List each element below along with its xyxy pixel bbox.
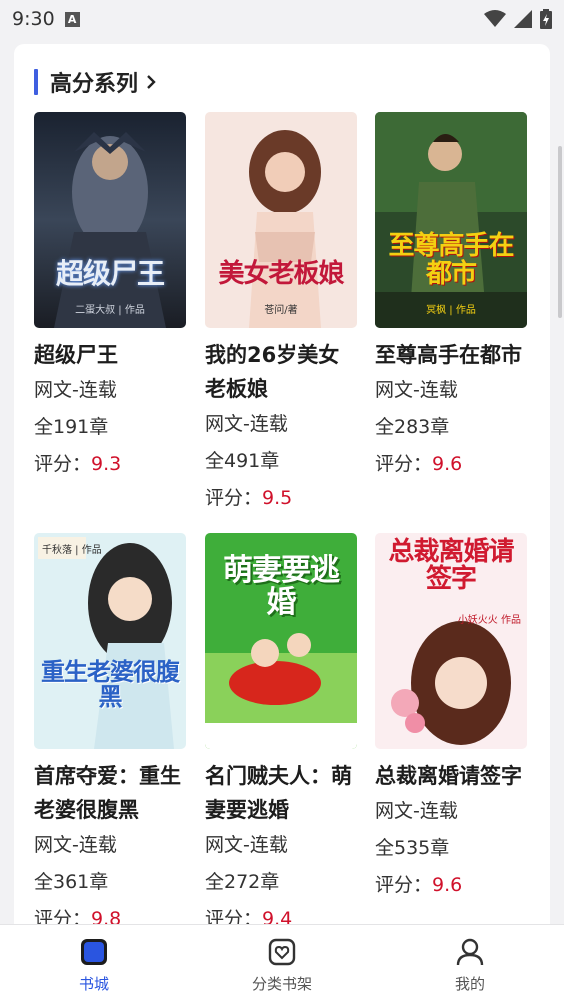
nav-item-profile[interactable]: 我的 [376, 925, 564, 1004]
book-card[interactable]: 超级尸王 二蛋大叔 | 作品 超级尸王 网文-连载 全191章 评分：9.3 [34, 112, 186, 483]
book-title[interactable]: 我的26岁美女老板娘 [205, 338, 357, 406]
score-label: 评分： [375, 874, 433, 896]
book-chapters: 全361章 [34, 871, 109, 893]
book-cover[interactable]: 萌妻要逃婚 [205, 533, 357, 749]
book-score: 评分：9.6 [375, 446, 527, 483]
book-card[interactable]: 美女老板娘 苍问/著 我的26岁美女老板娘 网文-连载 全491章 评分：9.5 [205, 112, 357, 517]
book-score: 评分：9.5 [205, 480, 357, 517]
signal-icon [514, 10, 532, 28]
section-accent-bar [34, 69, 38, 95]
book-chapters: 全191章 [34, 416, 109, 438]
book-cover[interactable]: 超级尸王 二蛋大叔 | 作品 [34, 112, 186, 328]
score-label: 评分： [205, 487, 263, 509]
bookstore-icon [81, 939, 107, 965]
profile-icon [456, 938, 484, 966]
score-value: 9.6 [432, 453, 463, 475]
book-cover[interactable]: 重生老婆很腹黑 千秋落 | 作品 [34, 533, 186, 749]
wifi-icon [484, 10, 506, 27]
scrollbar[interactable] [558, 146, 562, 318]
score-label: 评分： [375, 453, 433, 475]
book-cover[interactable]: 总裁离婚请签字 小妖火火 作品 [375, 533, 527, 749]
book-title[interactable]: 首席夺爱：重生老婆很腹黑 [34, 759, 186, 827]
high-score-card: 高分系列 超级尸王 二蛋大叔 | 作品 超级尸王 网文-连载 全191章 评分：… [14, 44, 550, 944]
cover-title: 总裁离婚请签字 [388, 537, 514, 595]
nav-item-bookstore[interactable]: 书城 [0, 925, 188, 1004]
bookshelf-icon [268, 938, 296, 966]
cover-title: 重生老婆很腹黑 [41, 656, 180, 711]
book-chapters: 全491章 [205, 450, 280, 472]
battery-icon [540, 9, 552, 29]
cover-author: 小妖火火 作品 [457, 615, 521, 626]
book-title[interactable]: 总裁离婚请签字 [375, 759, 527, 793]
cover-author: 苍问/著 [264, 305, 298, 316]
score-value: 9.6 [432, 874, 463, 896]
book-card[interactable]: 萌妻要逃婚 名门贼夫人：萌妻要逃婚 网文-连载 全272章 评分：9.4 [205, 533, 357, 938]
book-cover[interactable]: 至尊高手在都市 冥枫 | 作品 [375, 112, 527, 328]
book-title[interactable]: 至尊高手在都市 [375, 338, 527, 372]
book-category: 网文-连载 [375, 379, 458, 401]
book-score: 评分：9.6 [375, 867, 527, 904]
notification-icon: A [64, 11, 80, 27]
cover-author: 冥枫 | 作品 [426, 305, 476, 316]
book-cover[interactable]: 美女老板娘 苍问/著 [205, 112, 357, 328]
status-bar: 9:30 A [0, 0, 564, 38]
book-card[interactable]: 总裁离婚请签字 小妖火火 作品 总裁离婚请签字 网文-连载 全535章 评分：9… [375, 533, 527, 904]
score-label: 评分： [34, 453, 92, 475]
book-chapters: 全283章 [375, 416, 450, 438]
book-category: 网文-连载 [34, 834, 117, 856]
book-title[interactable]: 名门贼夫人：萌妻要逃婚 [205, 759, 357, 827]
status-time: 9:30 [12, 8, 55, 30]
book-category: 网文-连载 [375, 800, 458, 822]
nav-label-bookshelf: 分类书架 [251, 975, 312, 993]
book-chapters: 全272章 [205, 871, 280, 893]
status-icons [484, 9, 552, 29]
chevron-right-icon[interactable] [146, 74, 156, 90]
cover-author: 千秋落 | 作品 [42, 545, 102, 556]
cover-title: 至尊高手在都市 [388, 231, 514, 289]
cover-author: 二蛋大叔 | 作品 [75, 305, 145, 316]
nav-label-bookstore: 书城 [78, 975, 109, 993]
book-category: 网文-连载 [205, 834, 288, 856]
cover-title: 萌妻要逃婚 [223, 553, 340, 620]
cover-title: 超级尸王 [55, 256, 165, 290]
bottom-nav: 书城 分类书架 我的 [0, 924, 564, 1004]
book-card[interactable]: 至尊高手在都市 冥枫 | 作品 至尊高手在都市 网文-连载 全283章 评分：9… [375, 112, 527, 483]
book-category: 网文-连载 [34, 379, 117, 401]
score-value: 9.3 [91, 453, 122, 475]
book-chapters: 全535章 [375, 837, 450, 859]
nav-label-profile: 我的 [454, 975, 485, 993]
score-value: 9.5 [262, 487, 293, 509]
book-card[interactable]: 重生老婆很腹黑 千秋落 | 作品 首席夺爱：重生老婆很腹黑 网文-连载 全361… [34, 533, 186, 938]
book-title[interactable]: 超级尸王 [34, 338, 186, 372]
nav-item-bookshelf[interactable]: 分类书架 [188, 925, 376, 1004]
book-score: 评分：9.3 [34, 446, 186, 483]
section-title[interactable]: 高分系列 [50, 66, 138, 98]
cover-title: 美女老板娘 [218, 258, 344, 289]
section-header[interactable]: 高分系列 [34, 66, 156, 98]
book-category: 网文-连载 [205, 413, 288, 435]
